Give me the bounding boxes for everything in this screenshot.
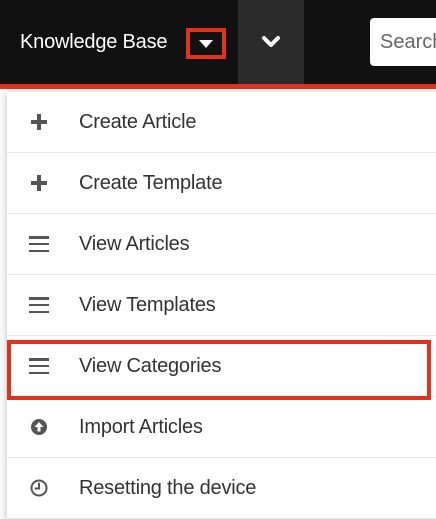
menu-item-create-template[interactable]: Create Template — [7, 153, 436, 214]
chevron-down-icon — [262, 36, 280, 47]
menu-item-label: View Articles — [79, 232, 190, 255]
menu-item-label: Import Articles — [79, 415, 203, 438]
list-icon — [27, 232, 51, 256]
search-input[interactable] — [380, 30, 436, 54]
caret-down-icon — [199, 39, 213, 48]
plus-icon — [27, 110, 51, 134]
page-background-edge — [0, 89, 7, 519]
upload-circle-icon — [27, 415, 51, 439]
module-dropdown-menu: Create Article Create Template View Arti… — [7, 92, 436, 519]
menu-item-import-articles[interactable]: Import Articles — [7, 397, 436, 458]
list-icon — [27, 293, 51, 317]
module-menu-toggle-button[interactable] — [186, 28, 226, 59]
menu-item-label: Create Template — [79, 171, 223, 194]
menu-item-view-categories[interactable]: View Categories — [7, 336, 436, 397]
list-icon — [27, 354, 51, 378]
menu-item-label: Resetting the device — [79, 476, 257, 499]
menu-item-label: View Templates — [79, 293, 216, 316]
module-tab-knowledge-base[interactable]: Knowledge Base — [0, 0, 238, 84]
global-search-field[interactable] — [370, 18, 436, 66]
plus-icon — [27, 171, 51, 195]
menu-item-create-article[interactable]: Create Article — [7, 92, 436, 153]
menu-item-label: Create Article — [79, 110, 197, 133]
more-modules-button[interactable] — [238, 0, 304, 84]
menu-item-label: View Categories — [79, 354, 222, 377]
menu-item-view-templates[interactable]: View Templates — [7, 275, 436, 336]
topbar-accent-line — [0, 84, 436, 89]
menu-item-resetting-the-device[interactable]: Resetting the device — [7, 458, 436, 519]
clock-icon — [27, 476, 51, 500]
module-tab-label: Knowledge Base — [20, 31, 168, 53]
menu-item-view-articles[interactable]: View Articles — [7, 214, 436, 275]
top-navigation-bar: Knowledge Base — [0, 0, 436, 84]
